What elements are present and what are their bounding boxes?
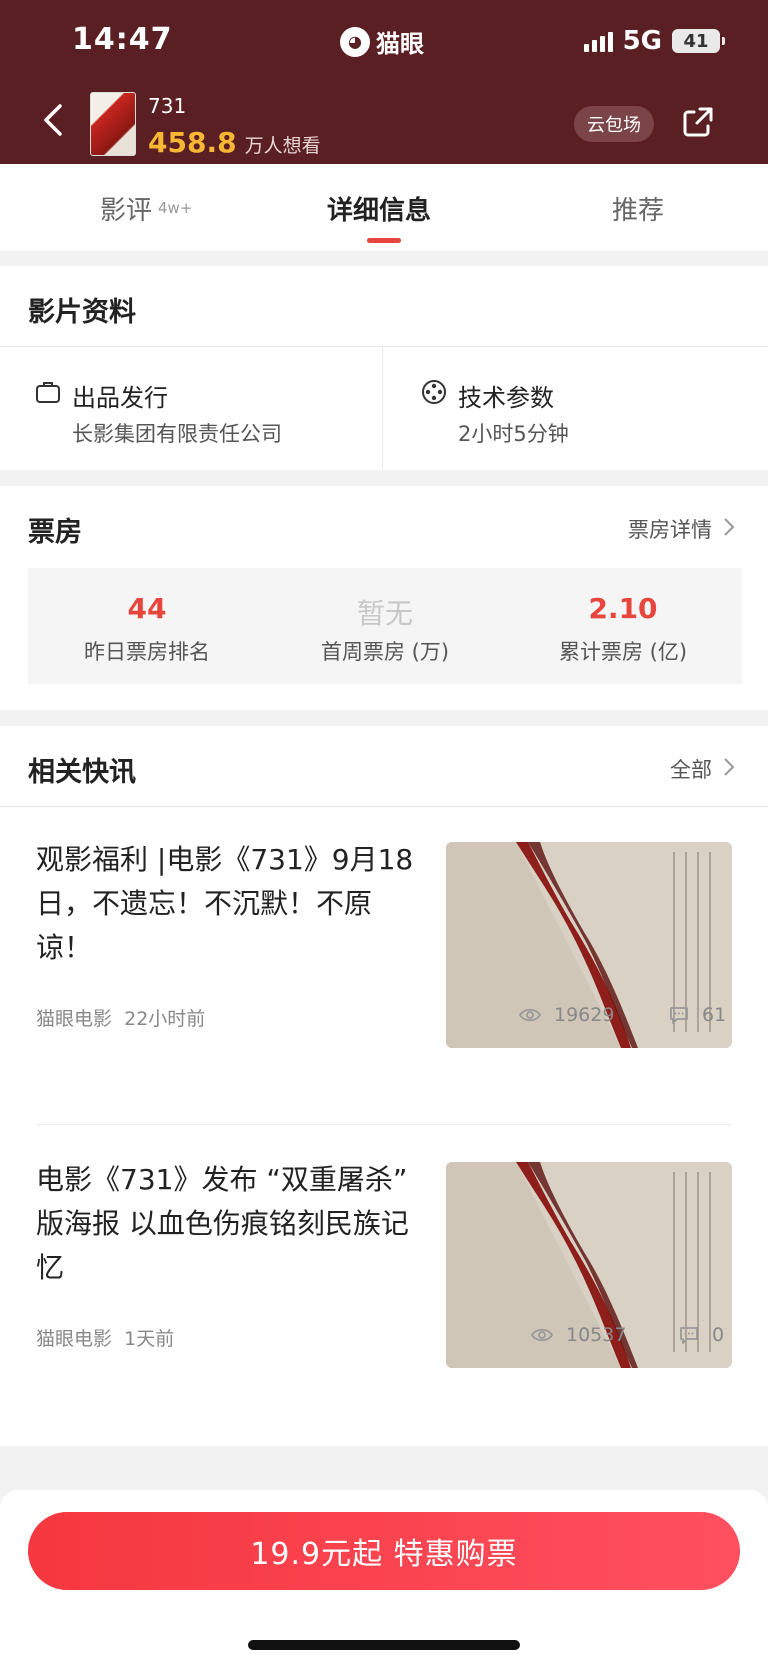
stat-yesterday-rank: 44 昨日票房排名 bbox=[28, 568, 266, 684]
back-arrow-icon[interactable] bbox=[40, 102, 64, 138]
box-office-section: 票房 票房详情 44 昨日票房排名 暂无 首周票房 (万) 2.10 累计票房 … bbox=[0, 486, 768, 710]
stat-label: 累计票房 (亿) bbox=[558, 640, 688, 664]
tab-review-label: 影评 bbox=[100, 196, 153, 226]
cat-logo-icon: ◕ bbox=[340, 26, 370, 57]
film-reel-icon bbox=[422, 380, 446, 404]
views-count: 10537 bbox=[566, 1324, 627, 1346]
news-time: 1天前 bbox=[124, 1328, 175, 1350]
divider bbox=[382, 346, 383, 470]
news-comments: 0 bbox=[678, 1324, 724, 1346]
news-item-title[interactable]: 观影福利 |电影《731》9月18日，不遗忘！不沉默！不原谅！ bbox=[36, 838, 416, 970]
want-to-watch: 458.8 万人想看 bbox=[148, 126, 321, 159]
buy-ticket-button[interactable]: 19.9元起 特惠购票 bbox=[28, 1512, 740, 1590]
news-views: 19629 bbox=[518, 1004, 614, 1026]
battery-icon: 41 bbox=[672, 29, 725, 53]
news-comments: 61 bbox=[668, 1004, 726, 1026]
chevron-right-icon[interactable] bbox=[722, 516, 736, 538]
stat-cumulative: 2.10 累计票房 (亿) bbox=[504, 568, 742, 684]
tab-detail[interactable]: 详细信息 bbox=[327, 190, 431, 227]
status-time: 14:47 bbox=[72, 22, 173, 57]
tab-review[interactable]: 影评 4w+ bbox=[100, 190, 192, 227]
app-name: 猫眼 bbox=[376, 30, 424, 58]
want-count: 458.8 bbox=[148, 126, 237, 159]
producer-value: 长影集团有限责任公司 bbox=[72, 422, 282, 446]
bottom-bar: 19.9元起 特惠购票 bbox=[0, 1490, 768, 1662]
eye-icon bbox=[530, 1328, 554, 1342]
box-office-stats: 44 昨日票房排名 暂无 首周票房 (万) 2.10 累计票房 (亿) bbox=[28, 568, 742, 684]
comment-icon bbox=[680, 1327, 698, 1344]
news-item-title[interactable]: 电影《731》发布 “双重屠杀” 版海报 以血色伤痕铭刻民族记忆 bbox=[36, 1158, 416, 1290]
news-views: 10537 bbox=[530, 1324, 626, 1346]
news-all-link[interactable]: 全部 bbox=[670, 754, 712, 784]
tech-label[interactable]: 技术参数 bbox=[458, 378, 554, 413]
divider bbox=[0, 346, 768, 347]
movie-poster-thumbnail[interactable] bbox=[90, 92, 136, 156]
movie-title: 731 bbox=[148, 94, 187, 118]
views-count: 19629 bbox=[554, 1004, 615, 1026]
stat-value: 2.10 bbox=[588, 592, 658, 625]
news-source: 猫眼电影 bbox=[36, 1328, 113, 1350]
tech-value: 2小时5分钟 bbox=[458, 422, 569, 446]
news-section: 相关快讯 全部 观影福利 |电影《731》9月18日，不遗忘！不沉默！不原谅！ … bbox=[0, 726, 768, 1446]
stat-label: 首周票房 (万) bbox=[320, 640, 450, 664]
briefcase-icon bbox=[36, 382, 60, 403]
box-office-title: 票房 bbox=[28, 517, 82, 548]
divider bbox=[36, 1124, 732, 1125]
news-item-meta: 猫眼电影 22小时前 bbox=[36, 1004, 205, 1031]
divider bbox=[0, 806, 768, 807]
share-icon[interactable] bbox=[680, 104, 716, 140]
news-source: 猫眼电影 bbox=[36, 1008, 113, 1030]
box-office-details-link[interactable]: 票房详情 bbox=[628, 514, 712, 544]
private-screening-button[interactable]: 云包场 bbox=[574, 106, 654, 142]
news-time: 22小时前 bbox=[124, 1008, 206, 1030]
film-info-section: 影片资料 出品发行 长影集团有限责任公司 技术参数 2小时5分钟 bbox=[0, 266, 768, 470]
comment-icon bbox=[670, 1007, 688, 1024]
chevron-right-icon[interactable] bbox=[722, 756, 736, 778]
news-title: 相关快讯 bbox=[28, 757, 136, 788]
stat-value: 44 bbox=[127, 592, 167, 625]
news-item-meta: 猫眼电影 1天前 bbox=[36, 1324, 174, 1351]
comments-count: 0 bbox=[712, 1324, 725, 1346]
eye-icon bbox=[518, 1008, 542, 1022]
signal-icon bbox=[583, 30, 613, 52]
status-right: 5G 41 bbox=[583, 26, 725, 56]
network-type: 5G bbox=[622, 26, 662, 56]
battery-level: 41 bbox=[683, 30, 709, 52]
header: 14:47 ◕ 猫眼 5G 41 731 458.8 万人想看 云包场 bbox=[0, 0, 768, 164]
tab-recommend[interactable]: 推荐 bbox=[612, 190, 664, 227]
comments-count: 61 bbox=[702, 1004, 727, 1026]
tab-bar: 影评 4w+ 详细信息 推荐 bbox=[0, 164, 768, 252]
review-count: 4w+ bbox=[158, 199, 193, 217]
stat-label: 昨日票房排名 bbox=[84, 640, 210, 664]
stat-first-week: 暂无 首周票房 (万) bbox=[266, 568, 504, 684]
stat-value: 暂无 bbox=[356, 597, 413, 630]
film-info-title: 影片资料 bbox=[28, 297, 136, 328]
want-label: 万人想看 bbox=[244, 135, 321, 157]
app-brand: ◕ 猫眼 bbox=[340, 24, 424, 59]
active-tab-indicator bbox=[367, 238, 401, 243]
producer-label[interactable]: 出品发行 bbox=[72, 378, 168, 413]
home-indicator[interactable] bbox=[248, 1640, 520, 1650]
